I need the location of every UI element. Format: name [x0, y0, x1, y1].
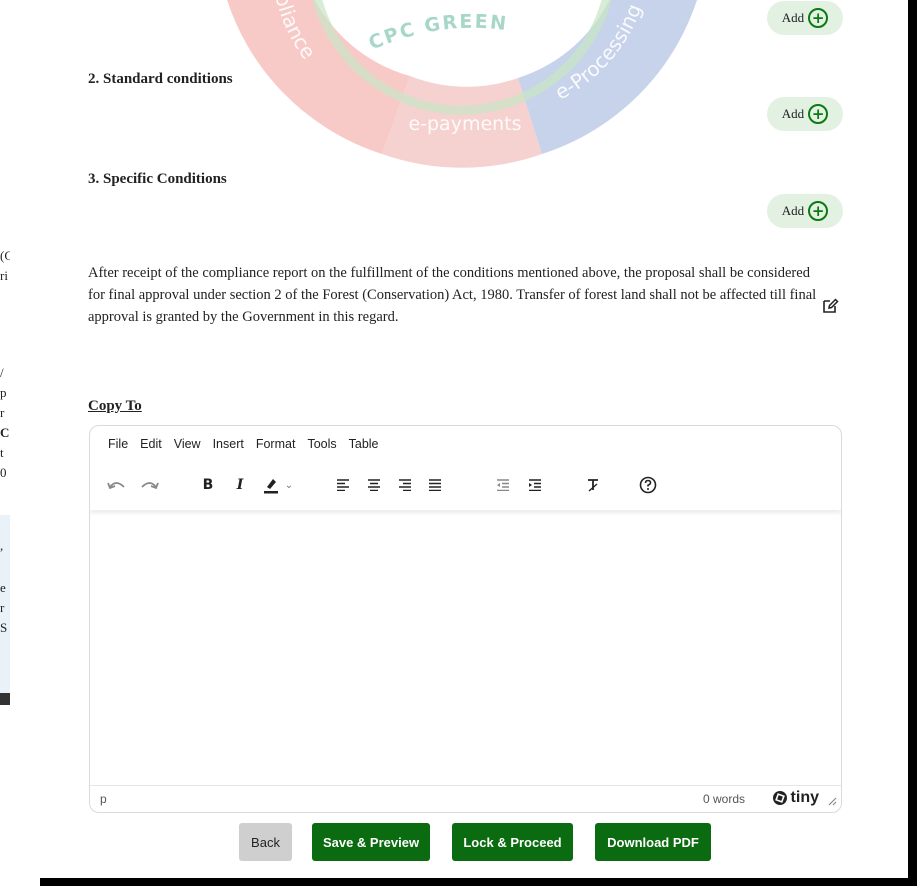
copy-to-heading: Copy To — [88, 398, 142, 414]
rich-text-editor: File Edit View Insert Format Tools Table… — [89, 425, 842, 813]
menu-edit[interactable]: Edit — [136, 437, 170, 451]
approval-paragraph: After receipt of the compliance report o… — [88, 265, 817, 325]
add-specific-condition-button[interactable]: Add + — [767, 194, 843, 228]
dropdown-icon[interactable]: ⌄ — [282, 472, 296, 498]
edit-icon[interactable] — [821, 297, 839, 315]
add-label: Add — [781, 10, 805, 25]
back-button[interactable]: Back — [239, 823, 292, 861]
menu-view[interactable]: View — [170, 437, 209, 451]
help-icon[interactable] — [635, 472, 661, 498]
modal-dialog: Compliance e-Processing CPC GREEN e-paym… — [10, 0, 908, 878]
tiny-brand-text: tiny — [790, 789, 819, 806]
resize-handle-icon[interactable] — [825, 794, 837, 806]
section-title-specific: 3. Specific Conditions — [88, 171, 227, 187]
tiny-logo-icon — [772, 791, 787, 805]
lock-proceed-button[interactable]: Lock & Proceed — [452, 823, 573, 861]
tiny-logo[interactable]: tiny — [772, 789, 819, 807]
outdent-icon[interactable] — [490, 472, 516, 498]
plus-circle-icon: + — [808, 8, 829, 28]
save-preview-button[interactable]: Save & Preview — [312, 823, 430, 861]
indent-icon[interactable] — [522, 472, 548, 498]
undo-icon[interactable] — [104, 472, 130, 498]
word-count[interactable]: 0 words — [703, 792, 745, 806]
add-standard-condition-button[interactable]: Add + — [767, 97, 843, 131]
editor-menubar: File Edit View Insert Format Tools Table — [90, 426, 841, 462]
add-label: Add — [781, 106, 805, 121]
redo-icon[interactable] — [136, 472, 162, 498]
element-path[interactable]: p — [100, 792, 107, 806]
download-pdf-button[interactable]: Download PDF — [595, 823, 711, 861]
editor-content-area[interactable] — [90, 510, 841, 780]
editor-statusbar: p 0 words tiny — [90, 785, 841, 812]
plus-circle-icon: + — [808, 201, 829, 221]
editor-toolbar: B I ⌄ — [90, 462, 841, 510]
menu-format[interactable]: Format — [252, 437, 304, 451]
align-right-icon[interactable] — [392, 472, 418, 498]
add-label: Add — [781, 203, 805, 218]
italic-icon[interactable]: I — [227, 472, 253, 498]
highlight-icon[interactable] — [258, 472, 284, 498]
menu-insert[interactable]: Insert — [209, 437, 252, 451]
menu-file[interactable]: File — [104, 437, 136, 451]
section-title-standard: 2. Standard conditions — [88, 71, 233, 87]
bold-icon[interactable]: B — [195, 472, 221, 498]
align-left-icon[interactable] — [330, 472, 356, 498]
menu-tools[interactable]: Tools — [303, 437, 344, 451]
plus-circle-icon: + — [808, 104, 829, 124]
align-justify-icon[interactable] — [422, 472, 448, 498]
menu-table[interactable]: Table — [345, 437, 387, 451]
add-general-condition-button[interactable]: Add + — [767, 1, 843, 35]
align-center-icon[interactable] — [361, 472, 387, 498]
clear-format-icon[interactable] — [580, 472, 606, 498]
